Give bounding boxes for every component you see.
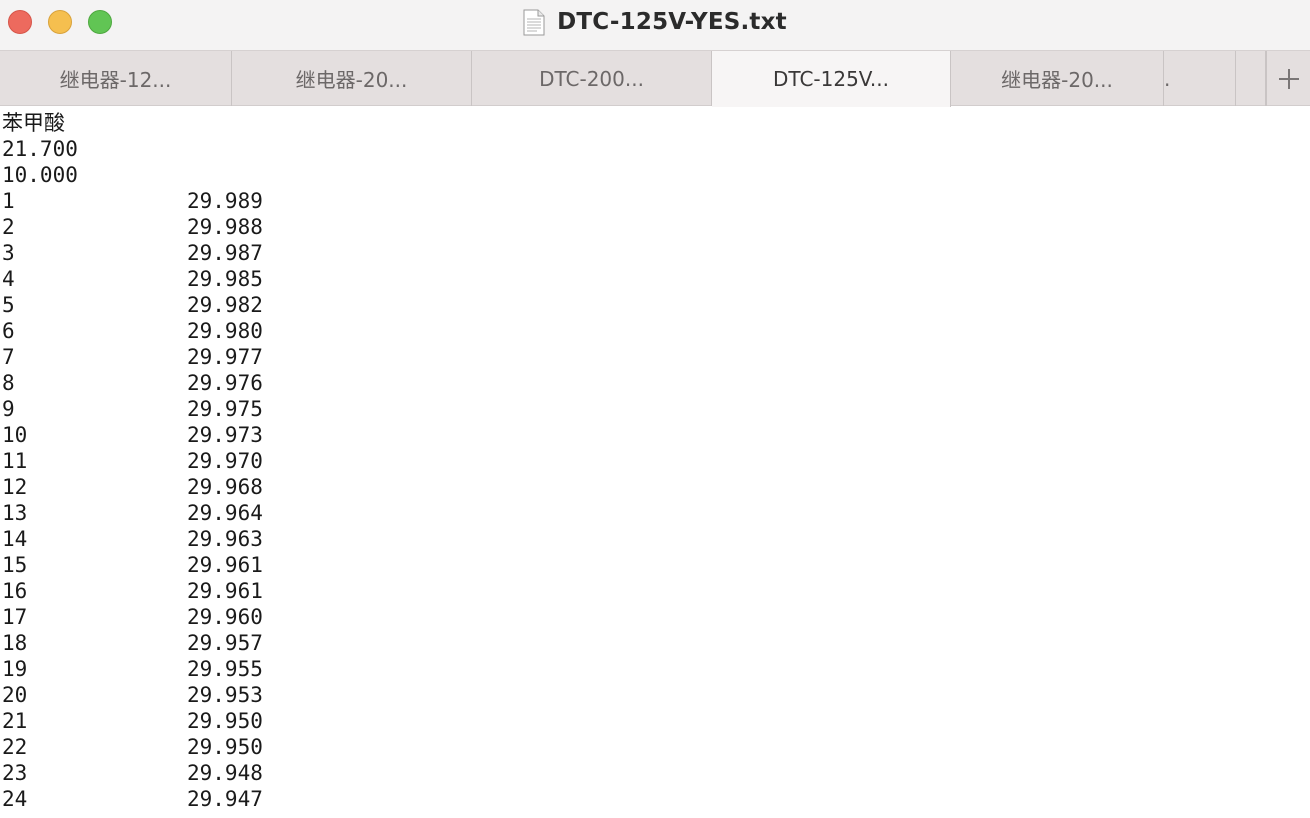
row-value: 29.957: [187, 631, 263, 655]
tab-label: 继电器-20...: [1001, 68, 1113, 92]
row-index: 2: [2, 215, 15, 239]
row-index: 6: [2, 319, 15, 343]
data-row: 20 29.953: [2, 682, 263, 708]
row-value: 29.961: [187, 579, 263, 603]
data-row: 6 29.980: [2, 318, 263, 344]
row-value: 29.989: [187, 189, 263, 213]
row-value: 29.973: [187, 423, 263, 447]
row-value: 29.955: [187, 657, 263, 681]
tab-relay-20-a[interactable]: 继电器-20...: [232, 51, 472, 106]
new-tab-button[interactable]: [1266, 51, 1310, 106]
row-index: 15: [2, 553, 28, 577]
row-index: 23: [2, 761, 28, 785]
data-row: 14 29.963: [2, 526, 263, 552]
data-row: 4 29.985: [2, 266, 263, 292]
row-index: 4: [2, 267, 15, 291]
data-row: 10 29.973: [2, 422, 263, 448]
data-row: 16 29.961: [2, 578, 263, 604]
tab-relay-20-b[interactable]: 继电器-20...: [951, 51, 1164, 106]
row-value: 29.977: [187, 345, 263, 369]
tab-label: DTC-125V...: [773, 67, 889, 91]
row-index: 19: [2, 657, 28, 681]
row-value: 29.982: [187, 293, 263, 317]
document-text: 苯甲酸 21.700 10.000 1 29.989 2 29.988 3 29.987 4…: [2, 110, 263, 812]
title-bar[interactable]: DTC-125V-YES.txt: [0, 0, 1310, 50]
tab-label: 继电器-20...: [295, 68, 408, 92]
data-row: 8 29.976: [2, 370, 263, 396]
row-index: 10: [2, 423, 28, 447]
row-index: 21: [2, 709, 28, 733]
row-value: 29.948: [187, 761, 263, 785]
row-value: 29.975: [187, 397, 263, 421]
row-value: 29.985: [187, 267, 263, 291]
tab-relay-12[interactable]: 继电器-12...: [0, 51, 232, 106]
row-value: 29.976: [187, 371, 263, 395]
row-value: 29.964: [187, 501, 263, 525]
data-row: 18 29.957: [2, 630, 263, 656]
header-line: 21.700: [2, 137, 78, 161]
row-index: 18: [2, 631, 28, 655]
row-value: 29.968: [187, 475, 263, 499]
row-value: 29.980: [187, 319, 263, 343]
row-value: 29.947: [187, 787, 263, 811]
row-index: 13: [2, 501, 28, 525]
tab-bar: 继电器-12... 继电器-20... DTC-200... DTC-125V.…: [0, 50, 1310, 107]
row-index: 24: [2, 787, 28, 811]
row-index: 22: [2, 735, 28, 759]
window-title: DTC-125V-YES.txt: [557, 9, 787, 35]
data-row: 15 29.961: [2, 552, 263, 578]
data-row: 3 29.987: [2, 240, 263, 266]
tab-dtc-200[interactable]: DTC-200...: [472, 51, 712, 106]
data-row: 13 29.964: [2, 500, 263, 526]
row-index: 14: [2, 527, 28, 551]
row-index: 3: [2, 241, 15, 265]
data-row: 21 29.950: [2, 708, 263, 734]
row-value: 29.988: [187, 215, 263, 239]
data-row: 2 29.988: [2, 214, 263, 240]
row-index: 11: [2, 449, 28, 473]
document-text-area[interactable]: 苯甲酸 21.700 10.000 1 29.989 2 29.988 3 29.987 4…: [0, 108, 1310, 818]
row-value: 29.961: [187, 553, 263, 577]
data-row: 5 29.982: [2, 292, 263, 318]
tab-label: .: [1164, 66, 1171, 91]
row-index: 9: [2, 397, 15, 421]
window-title-group: DTC-125V-YES.txt: [0, 0, 1310, 44]
data-rows: 1 29.989 2 29.988 3 29.987 4 29.985 5 29.982 6 29.9…: [2, 188, 263, 812]
data-row: 19 29.955: [2, 656, 263, 682]
header-line: 10.000: [2, 163, 78, 187]
data-row: 9 29.975: [2, 396, 263, 422]
row-value: 29.963: [187, 527, 263, 551]
tab-overflow[interactable]: .: [1164, 51, 1236, 106]
data-row: 24 29.947: [2, 786, 263, 812]
header-line: 苯甲酸: [2, 111, 65, 135]
tab-label: DTC-200...: [539, 66, 644, 91]
text-editor-window: DTC-125V-YES.txt 继电器-12... 继电器-20... DTC…: [0, 0, 1310, 818]
row-index: 8: [2, 371, 15, 395]
data-row: 23 29.948: [2, 760, 263, 786]
tab-label: 继电器-12...: [59, 68, 172, 92]
data-row: 7 29.977: [2, 344, 263, 370]
tab-truncated[interactable]: [1236, 51, 1266, 106]
data-row: 11 29.970: [2, 448, 263, 474]
row-value: 29.950: [187, 709, 263, 733]
data-row: 1 29.989: [2, 188, 263, 214]
row-index: 16: [2, 579, 28, 603]
row-index: 17: [2, 605, 28, 629]
row-index: 7: [2, 345, 15, 369]
row-value: 29.970: [187, 449, 263, 473]
row-index: 20: [2, 683, 28, 707]
data-row: 22 29.950: [2, 734, 263, 760]
row-value: 29.953: [187, 683, 263, 707]
text-document-icon[interactable]: [523, 9, 545, 36]
row-index: 5: [2, 293, 15, 317]
tab-dtc-125v[interactable]: DTC-125V...: [712, 51, 951, 107]
row-value: 29.987: [187, 241, 263, 265]
data-row: 12 29.968: [2, 474, 263, 500]
plus-icon: [1278, 68, 1299, 89]
row-index: 12: [2, 475, 28, 499]
row-value: 29.960: [187, 605, 263, 629]
row-value: 29.950: [187, 735, 263, 759]
row-index: 1: [2, 189, 15, 213]
data-row: 17 29.960: [2, 604, 263, 630]
